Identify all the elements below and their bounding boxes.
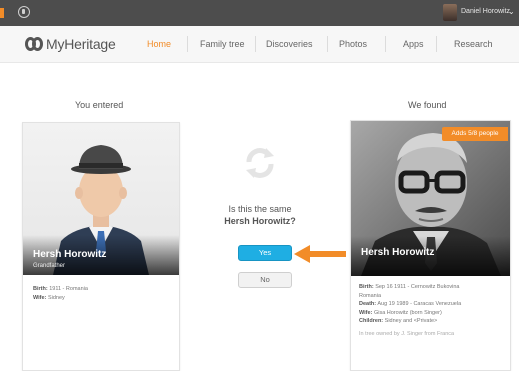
nav-research[interactable]: Research: [454, 39, 493, 49]
logo-text: MyHeritage: [46, 36, 116, 52]
orange-tab-marker: [0, 8, 4, 18]
logo[interactable]: MyHeritage: [25, 36, 116, 52]
top-bar: Daniel Horowitz ⌄: [0, 0, 519, 26]
sync-icon: [246, 148, 274, 178]
username[interactable]: Daniel Horowitz: [461, 8, 510, 15]
nav-divider: [436, 36, 437, 52]
entered-person-card: Hersh Horowitz Grandfather Birth: 1911 -…: [22, 122, 180, 371]
chevron-down-icon[interactable]: ⌄: [508, 7, 515, 16]
found-person-card: Hersh Horowitz Birth: Sep 16 1911 - Cern…: [350, 120, 511, 371]
found-person-details: Birth: Sep 16 1911 - Cernowitz Bukovina …: [359, 284, 462, 339]
tree-source[interactable]: In tree owned by J. Singer from Franca: [359, 330, 461, 339]
nav-photos[interactable]: Photos: [339, 39, 367, 49]
we-found-heading: We found: [408, 100, 447, 110]
main-nav: MyHeritage Home Family tree Discoveries …: [0, 26, 519, 63]
entered-person-details: Birth: 1911 - Romania Wife: Sidney: [33, 286, 88, 301]
entered-person-name: Hersh Horowitz: [33, 249, 107, 260]
adds-people-badge: Adds 5/8 people: [442, 127, 508, 141]
no-button[interactable]: No: [238, 272, 292, 288]
account-icon[interactable]: [18, 6, 30, 18]
question-name: Hersh Horowitz?: [224, 216, 296, 226]
myheritage-logo-icon: [25, 37, 43, 51]
nav-family-tree[interactable]: Family tree: [200, 39, 245, 49]
nav-apps[interactable]: Apps: [403, 39, 424, 49]
you-entered-heading: You entered: [75, 100, 124, 110]
arrow-left-icon: [294, 245, 346, 263]
entered-person-relation: Grandfather: [33, 263, 66, 269]
found-person-photo: Hersh Horowitz: [351, 121, 510, 276]
avatar[interactable]: [443, 4, 457, 21]
nav-divider: [327, 36, 328, 52]
silhouette-photo: Hersh Horowitz Grandfather: [23, 123, 179, 275]
found-person-name: Hersh Horowitz: [361, 247, 435, 258]
yes-button[interactable]: Yes: [238, 245, 292, 261]
nav-divider: [255, 36, 256, 52]
question-text: Is this the same: [228, 204, 292, 214]
nav-discoveries[interactable]: Discoveries: [266, 39, 313, 49]
nav-home[interactable]: Home: [147, 39, 171, 49]
match-question: Is this the same Hersh Horowitz?: [200, 203, 320, 227]
nav-divider: [385, 36, 386, 52]
nav-divider: [187, 36, 188, 52]
